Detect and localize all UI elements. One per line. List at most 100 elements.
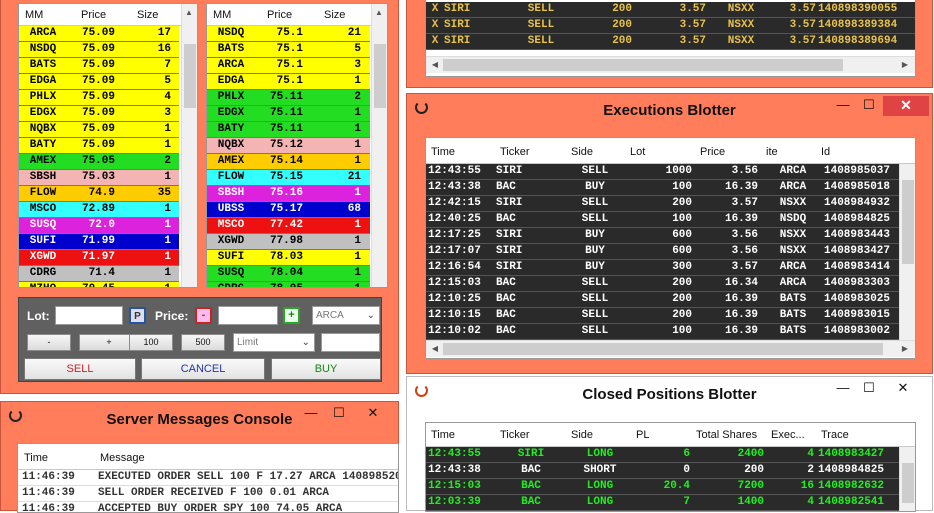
- table-row[interactable]: EDGX 75.11 1: [207, 106, 370, 122]
- maximize-icon[interactable]: ☐: [329, 405, 349, 421]
- table-row[interactable]: 12:17:25 SIRI BUY 600 3.56 NSXX 1408983443: [426, 228, 899, 244]
- price-increment-button[interactable]: +: [283, 307, 300, 324]
- table-row[interactable]: 12:03:39 BAC LONG 7 1400 4 1408982541: [426, 495, 899, 511]
- closed-header-ticker[interactable]: Ticker: [500, 429, 530, 441]
- table-row[interactable]: UBSS 75.17 68: [207, 202, 370, 218]
- executions-horizontal-scrollbar[interactable]: ◀ ▶: [426, 340, 915, 357]
- scroll-thumb[interactable]: [443, 343, 883, 355]
- scroll-thumb[interactable]: [184, 44, 196, 108]
- table-row[interactable]: AMEX 75.14 1: [207, 154, 370, 170]
- table-row[interactable]: SBSH 75.16 1: [207, 186, 370, 202]
- table-row[interactable]: 11:46:39 ACCEPTED BUY ORDER SPY 100 74.05…: [18, 502, 398, 512]
- table-row[interactable]: MSCO 72.89 1: [19, 202, 179, 218]
- server-titlebar[interactable]: Server Messages Console — ☐ ✕: [1, 402, 398, 430]
- table-row[interactable]: MZHO 70.45 1: [19, 282, 179, 287]
- table-row[interactable]: NSDQ 75.1 21: [207, 26, 370, 42]
- maximize-icon[interactable]: ☐: [859, 380, 879, 396]
- table-row[interactable]: XGWD 71.97 1: [19, 250, 179, 266]
- table-row[interactable]: 12:43:38 BAC SHORT 0 200 2 1408984825: [426, 463, 899, 479]
- table-row[interactable]: 11:46:39 SELL ORDER RECEIVED F 100 0.01 A…: [18, 486, 398, 502]
- table-row[interactable]: EDGA 75.09 5: [19, 74, 179, 90]
- bid-header-size[interactable]: Size: [137, 9, 158, 21]
- ask-header-mm[interactable]: MM: [213, 9, 231, 21]
- scroll-right-arrow-icon[interactable]: ▶: [898, 344, 912, 353]
- table-row[interactable]: SUSQ 72.0 1: [19, 218, 179, 234]
- closed-header-trace[interactable]: Trace: [821, 429, 849, 441]
- table-row[interactable]: XGWD 77.98 1: [207, 234, 370, 250]
- table-row[interactable]: 12:10:25 BAC SELL 200 16.39 BATS 1408983025: [426, 292, 899, 308]
- table-row[interactable]: 12:10:15 BAC SELL 200 16.39 BATS 1408983015: [426, 308, 899, 324]
- table-row[interactable]: 12:15:03 BAC LONG 20.4 7200 16 1408982632: [426, 479, 899, 495]
- minimize-icon[interactable]: —: [833, 380, 853, 395]
- order-type-select[interactable]: Limit ⌄: [233, 333, 315, 352]
- table-row[interactable]: EDGA 75.1 1: [207, 74, 370, 90]
- ask-header-price[interactable]: Price: [267, 9, 292, 21]
- table-row[interactable]: FLOW 74.9 35: [19, 186, 179, 202]
- table-row[interactable]: SUSQ 78.04 1: [207, 266, 370, 282]
- ask-header-size[interactable]: Size: [324, 9, 345, 21]
- qty-100-button[interactable]: 100: [129, 334, 173, 351]
- ask-vertical-scrollbar[interactable]: ▲: [371, 4, 387, 287]
- exec-header-ticker[interactable]: Ticker: [500, 146, 530, 158]
- extra-input[interactable]: [321, 333, 380, 352]
- table-row[interactable]: NSDQ 75.09 16: [19, 42, 179, 58]
- server-header-message[interactable]: Message: [100, 452, 145, 464]
- cancel-x-cell[interactable]: X: [429, 2, 441, 17]
- table-row[interactable]: 12:15:03 BAC SELL 200 16.34 ARCA 1408983303: [426, 276, 899, 292]
- scroll-left-arrow-icon[interactable]: ◀: [428, 344, 442, 353]
- scroll-thumb[interactable]: [374, 44, 386, 108]
- exec-header-site[interactable]: ite: [766, 146, 778, 158]
- scroll-up-arrow-icon[interactable]: ▲: [182, 8, 196, 17]
- minimize-icon[interactable]: —: [301, 405, 321, 420]
- price-input[interactable]: [218, 306, 278, 325]
- table-row[interactable]: SUFI 78.03 1: [207, 250, 370, 266]
- table-row[interactable]: AMEX 75.05 2: [19, 154, 179, 170]
- bid-header-price[interactable]: Price: [81, 9, 106, 21]
- scroll-thumb[interactable]: [902, 463, 914, 503]
- closed-titlebar[interactable]: Closed Positions Blotter — ☐ ✕: [407, 377, 932, 405]
- table-row[interactable]: NQBX 75.09 1: [19, 122, 179, 138]
- lot-input[interactable]: [55, 306, 123, 325]
- table-row[interactable]: 12:43:38 BAC BUY 100 16.39 ARCA 1408985018: [426, 180, 899, 196]
- table-row[interactable]: CDRG 71.4 1: [19, 266, 179, 282]
- exec-header-time[interactable]: Time: [431, 146, 455, 158]
- closed-header-total-shares[interactable]: Total Shares: [696, 429, 757, 441]
- exchange-select[interactable]: ARCA ⌄: [312, 306, 380, 325]
- table-row[interactable]: CDRG 78.05 1: [207, 282, 370, 287]
- bid-header-mm[interactable]: MM: [25, 9, 43, 21]
- qty-500-button[interactable]: 500: [181, 334, 225, 351]
- exec-header-lot[interactable]: Lot: [630, 146, 645, 158]
- close-button[interactable]: ✕: [883, 96, 929, 116]
- table-row[interactable]: 12:43:55 SIRI SELL 1000 3.56 ARCA 1408985037: [426, 164, 899, 180]
- table-row[interactable]: X SIRI SELL 200 3.57 NSXX 3.57 140898389694: [426, 34, 915, 50]
- step-minus-button[interactable]: -: [27, 334, 71, 351]
- scroll-left-arrow-icon[interactable]: ◀: [428, 60, 442, 69]
- table-row[interactable]: ARCA 75.09 17: [19, 26, 179, 42]
- table-row[interactable]: ARCA 75.1 3: [207, 58, 370, 74]
- table-row[interactable]: PHLX 75.11 2: [207, 90, 370, 106]
- table-row[interactable]: 12:10:02 BAC SELL 100 16.39 BATS 1408983002: [426, 324, 899, 340]
- table-row[interactable]: NQBX 75.12 1: [207, 138, 370, 154]
- table-row[interactable]: 12:16:54 SIRI BUY 300 3.57 ARCA 1408983414: [426, 260, 899, 276]
- table-row[interactable]: X SIRI SELL 200 3.57 NSXX 3.57 140898389384: [426, 18, 915, 34]
- closed-header-time[interactable]: Time: [431, 429, 455, 441]
- table-row[interactable]: BATS 75.1 5: [207, 42, 370, 58]
- close-icon[interactable]: ✕: [893, 380, 913, 396]
- cancel-button[interactable]: CANCEL: [141, 358, 265, 380]
- exec-header-side[interactable]: Side: [571, 146, 593, 158]
- table-row[interactable]: 12:17:07 SIRI BUY 600 3.56 NSXX 1408983427: [426, 244, 899, 260]
- scroll-right-arrow-icon[interactable]: ▶: [898, 60, 912, 69]
- table-row[interactable]: 12:43:55 SIRI LONG 6 2400 4 1408983427: [426, 447, 899, 463]
- closed-header-side[interactable]: Side: [571, 429, 593, 441]
- table-row[interactable]: 12:40:25 BAC SELL 100 16.39 NSDQ 1408984825: [426, 212, 899, 228]
- buy-button[interactable]: BUY: [271, 358, 381, 380]
- p-button[interactable]: P: [129, 307, 146, 324]
- exec-header-price[interactable]: Price: [700, 146, 725, 158]
- close-icon[interactable]: ✕: [363, 405, 383, 421]
- sell-button[interactable]: SELL: [24, 358, 136, 380]
- table-row[interactable]: PHLX 75.09 4: [19, 90, 179, 106]
- closed-header-pl[interactable]: PL: [636, 429, 649, 441]
- table-row[interactable]: SUFI 71.99 1: [19, 234, 179, 250]
- closed-vertical-scrollbar[interactable]: [899, 447, 915, 511]
- maximize-icon[interactable]: ☐: [859, 97, 879, 113]
